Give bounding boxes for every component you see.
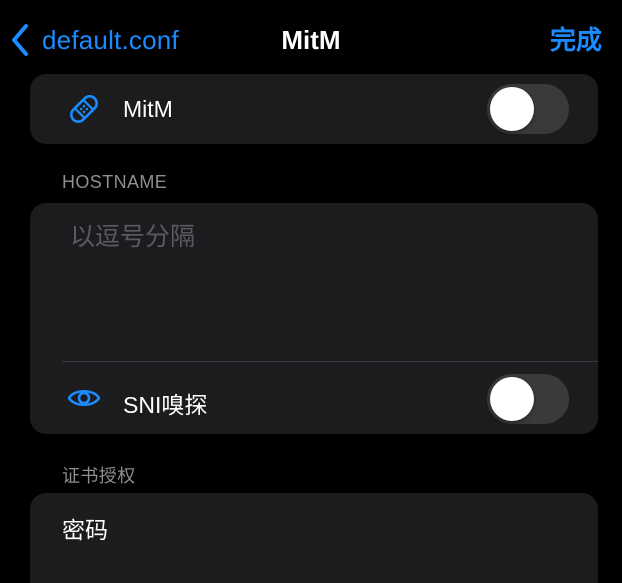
toggle-knob [490,377,534,421]
bandage-icon [66,91,102,127]
eye-icon [66,380,102,416]
mitm-toggle[interactable] [487,84,569,134]
sni-row: SNI嗅探 [30,362,598,434]
mitm-row: MitM [30,74,598,144]
cert-section-header: 证书授权 [62,466,136,486]
password-row[interactable]: 密码 [62,511,108,545]
toggle-knob [490,87,534,131]
cert-card: 密码 [30,493,598,583]
sni-label: SNI嗅探 [123,392,208,418]
back-button[interactable]: default.conf [10,20,179,60]
hostname-input[interactable]: 以逗号分隔 [70,217,580,343]
hostname-section-header: HOSTNAME [62,172,168,192]
navigation-bar: default.conf MitM 完成 [0,0,622,76]
hostname-card: 以逗号分隔 SNI嗅探 [30,203,598,434]
chevron-left-icon [10,23,30,57]
back-button-label: default.conf [42,24,179,55]
sni-toggle[interactable] [487,374,569,424]
mitm-card: MitM [30,74,598,144]
done-button[interactable]: 完成 [550,20,602,60]
mitm-label: MitM [123,96,173,122]
